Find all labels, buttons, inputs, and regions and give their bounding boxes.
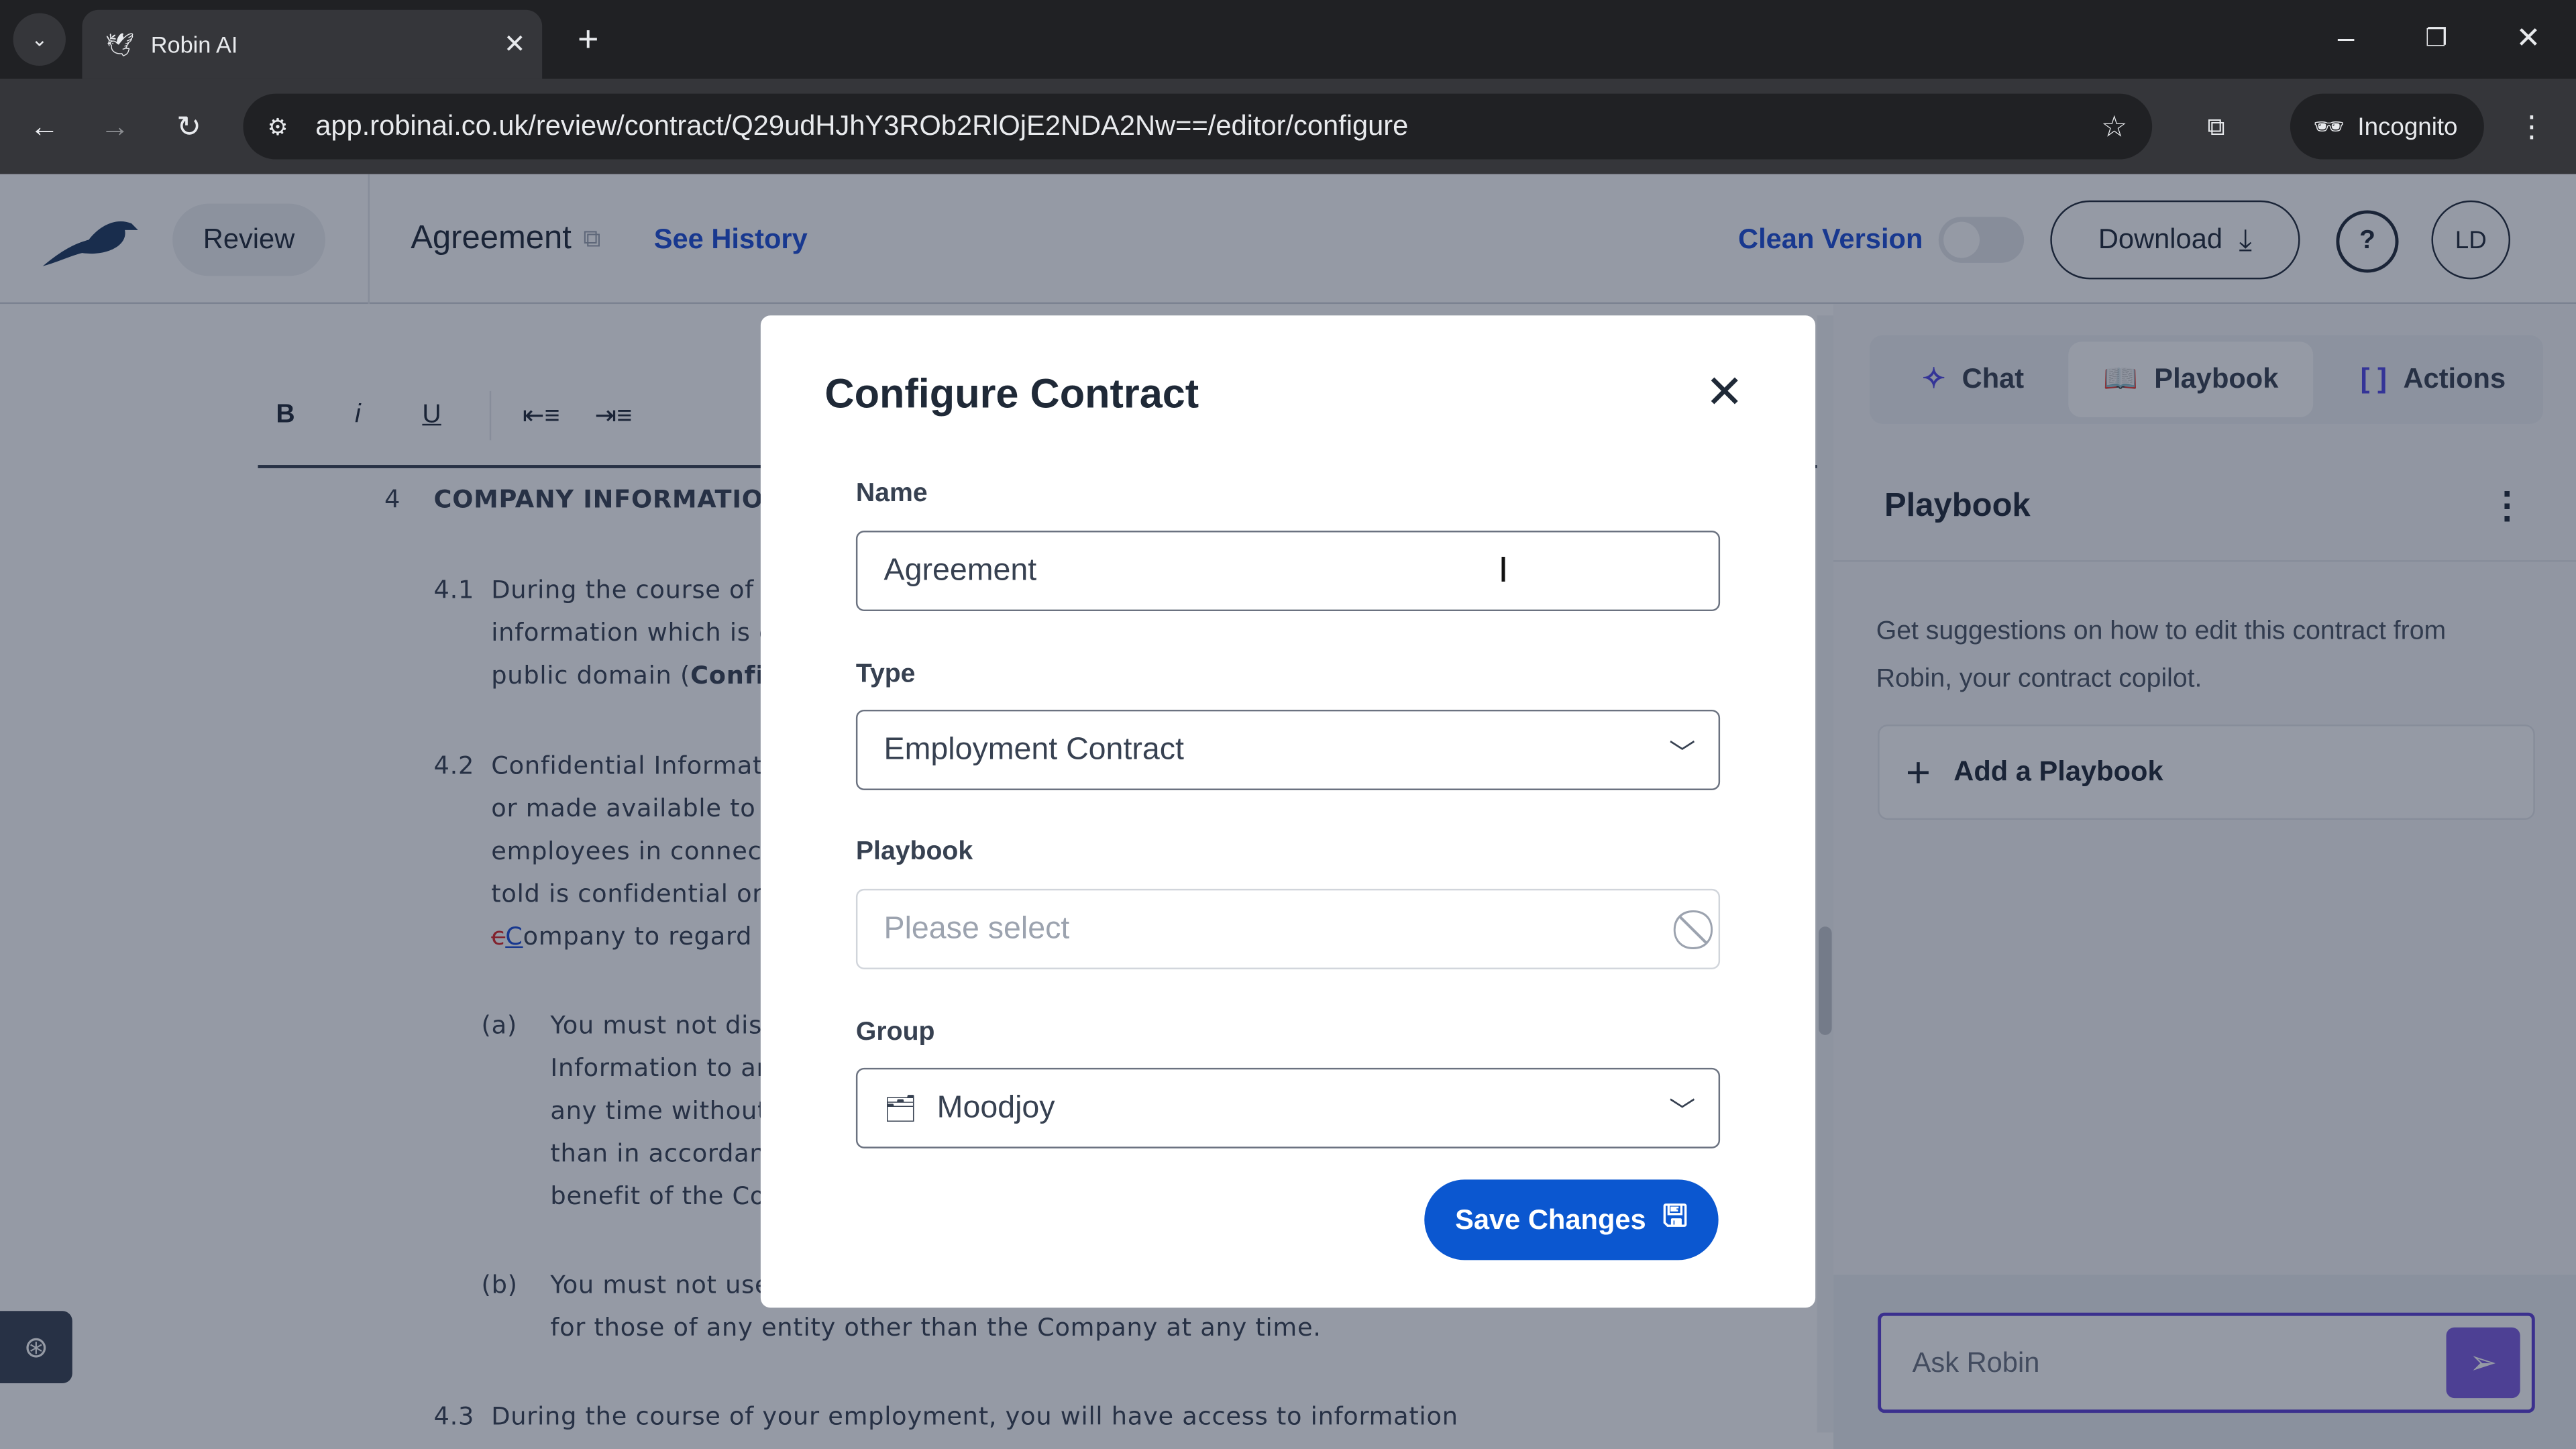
name-label: Name (855, 480, 928, 508)
chevron-down-icon: ﹀ (1669, 1098, 1696, 1126)
forward-icon[interactable]: → (94, 105, 137, 148)
playbook-label: Playbook (855, 837, 973, 866)
back-icon[interactable]: ← (23, 105, 66, 148)
text-cursor-icon: I (1498, 548, 1509, 590)
site-info-icon[interactable]: ⚙ (256, 105, 299, 148)
close-tab-icon[interactable]: ✕ (504, 28, 526, 61)
close-window-button[interactable]: ✕ (2507, 13, 2550, 62)
extensions-icon[interactable]: ⧉ (2195, 105, 2238, 148)
group-value: Moodjoy (936, 1089, 1055, 1125)
chevron-down-icon: ﹀ (1669, 740, 1696, 768)
robin-favicon-icon: 🕊 (105, 30, 135, 57)
type-value: Employment Contract (883, 732, 1184, 767)
address-bar[interactable]: app.robinai.co.uk/review/contract/Q29udH… (243, 93, 2153, 160)
incognito-icon: 🕶 (2313, 113, 2345, 142)
tab-title: Robin AI (150, 31, 238, 58)
name-value: Agreement (883, 553, 1037, 588)
playbook-placeholder: Please select (883, 910, 1070, 946)
reload-icon[interactable]: ↻ (168, 105, 211, 148)
save-icon: 🖫 (1662, 1198, 1688, 1232)
save-label: Save Changes (1455, 1203, 1646, 1235)
dialog-title: Configure Contract (824, 371, 1199, 418)
close-icon[interactable]: ✕ (1705, 365, 1743, 419)
incognito-label: Incognito (2357, 112, 2458, 141)
name-input[interactable]: Agreement I (855, 531, 1721, 612)
group-label: Group (855, 1018, 935, 1047)
group-folder-icon: 🗂 (883, 1095, 918, 1123)
new-tab-button[interactable]: + (567, 16, 610, 62)
restore-button[interactable]: ❐ (2415, 13, 2458, 62)
browser-tab[interactable]: 🕊 Robin AI ✕ (82, 9, 543, 79)
minimize-button[interactable]: – (2324, 13, 2367, 62)
type-label: Type (855, 660, 916, 689)
incognito-indicator[interactable]: 🕶 Incognito (2290, 93, 2484, 160)
playbook-select[interactable]: Please select⃠ (855, 888, 1721, 969)
url-text[interactable]: app.robinai.co.uk/review/contract/Q29udH… (315, 110, 1408, 143)
bookmark-star-icon[interactable]: ☆ (2093, 105, 2136, 148)
tab-search-button[interactable]: ⌄ (13, 13, 66, 66)
save-changes-button[interactable]: Save Changes 🖫 (1424, 1179, 1719, 1260)
type-select[interactable]: Employment Contract ﹀ (855, 709, 1721, 790)
configure-contract-dialog: Configure Contract ✕ Name Agreement I Typ… (760, 315, 1816, 1308)
group-select[interactable]: 🗂 Moodjoy ﹀ (855, 1067, 1721, 1148)
browser-menu-icon[interactable]: ⋮ (2510, 105, 2553, 148)
